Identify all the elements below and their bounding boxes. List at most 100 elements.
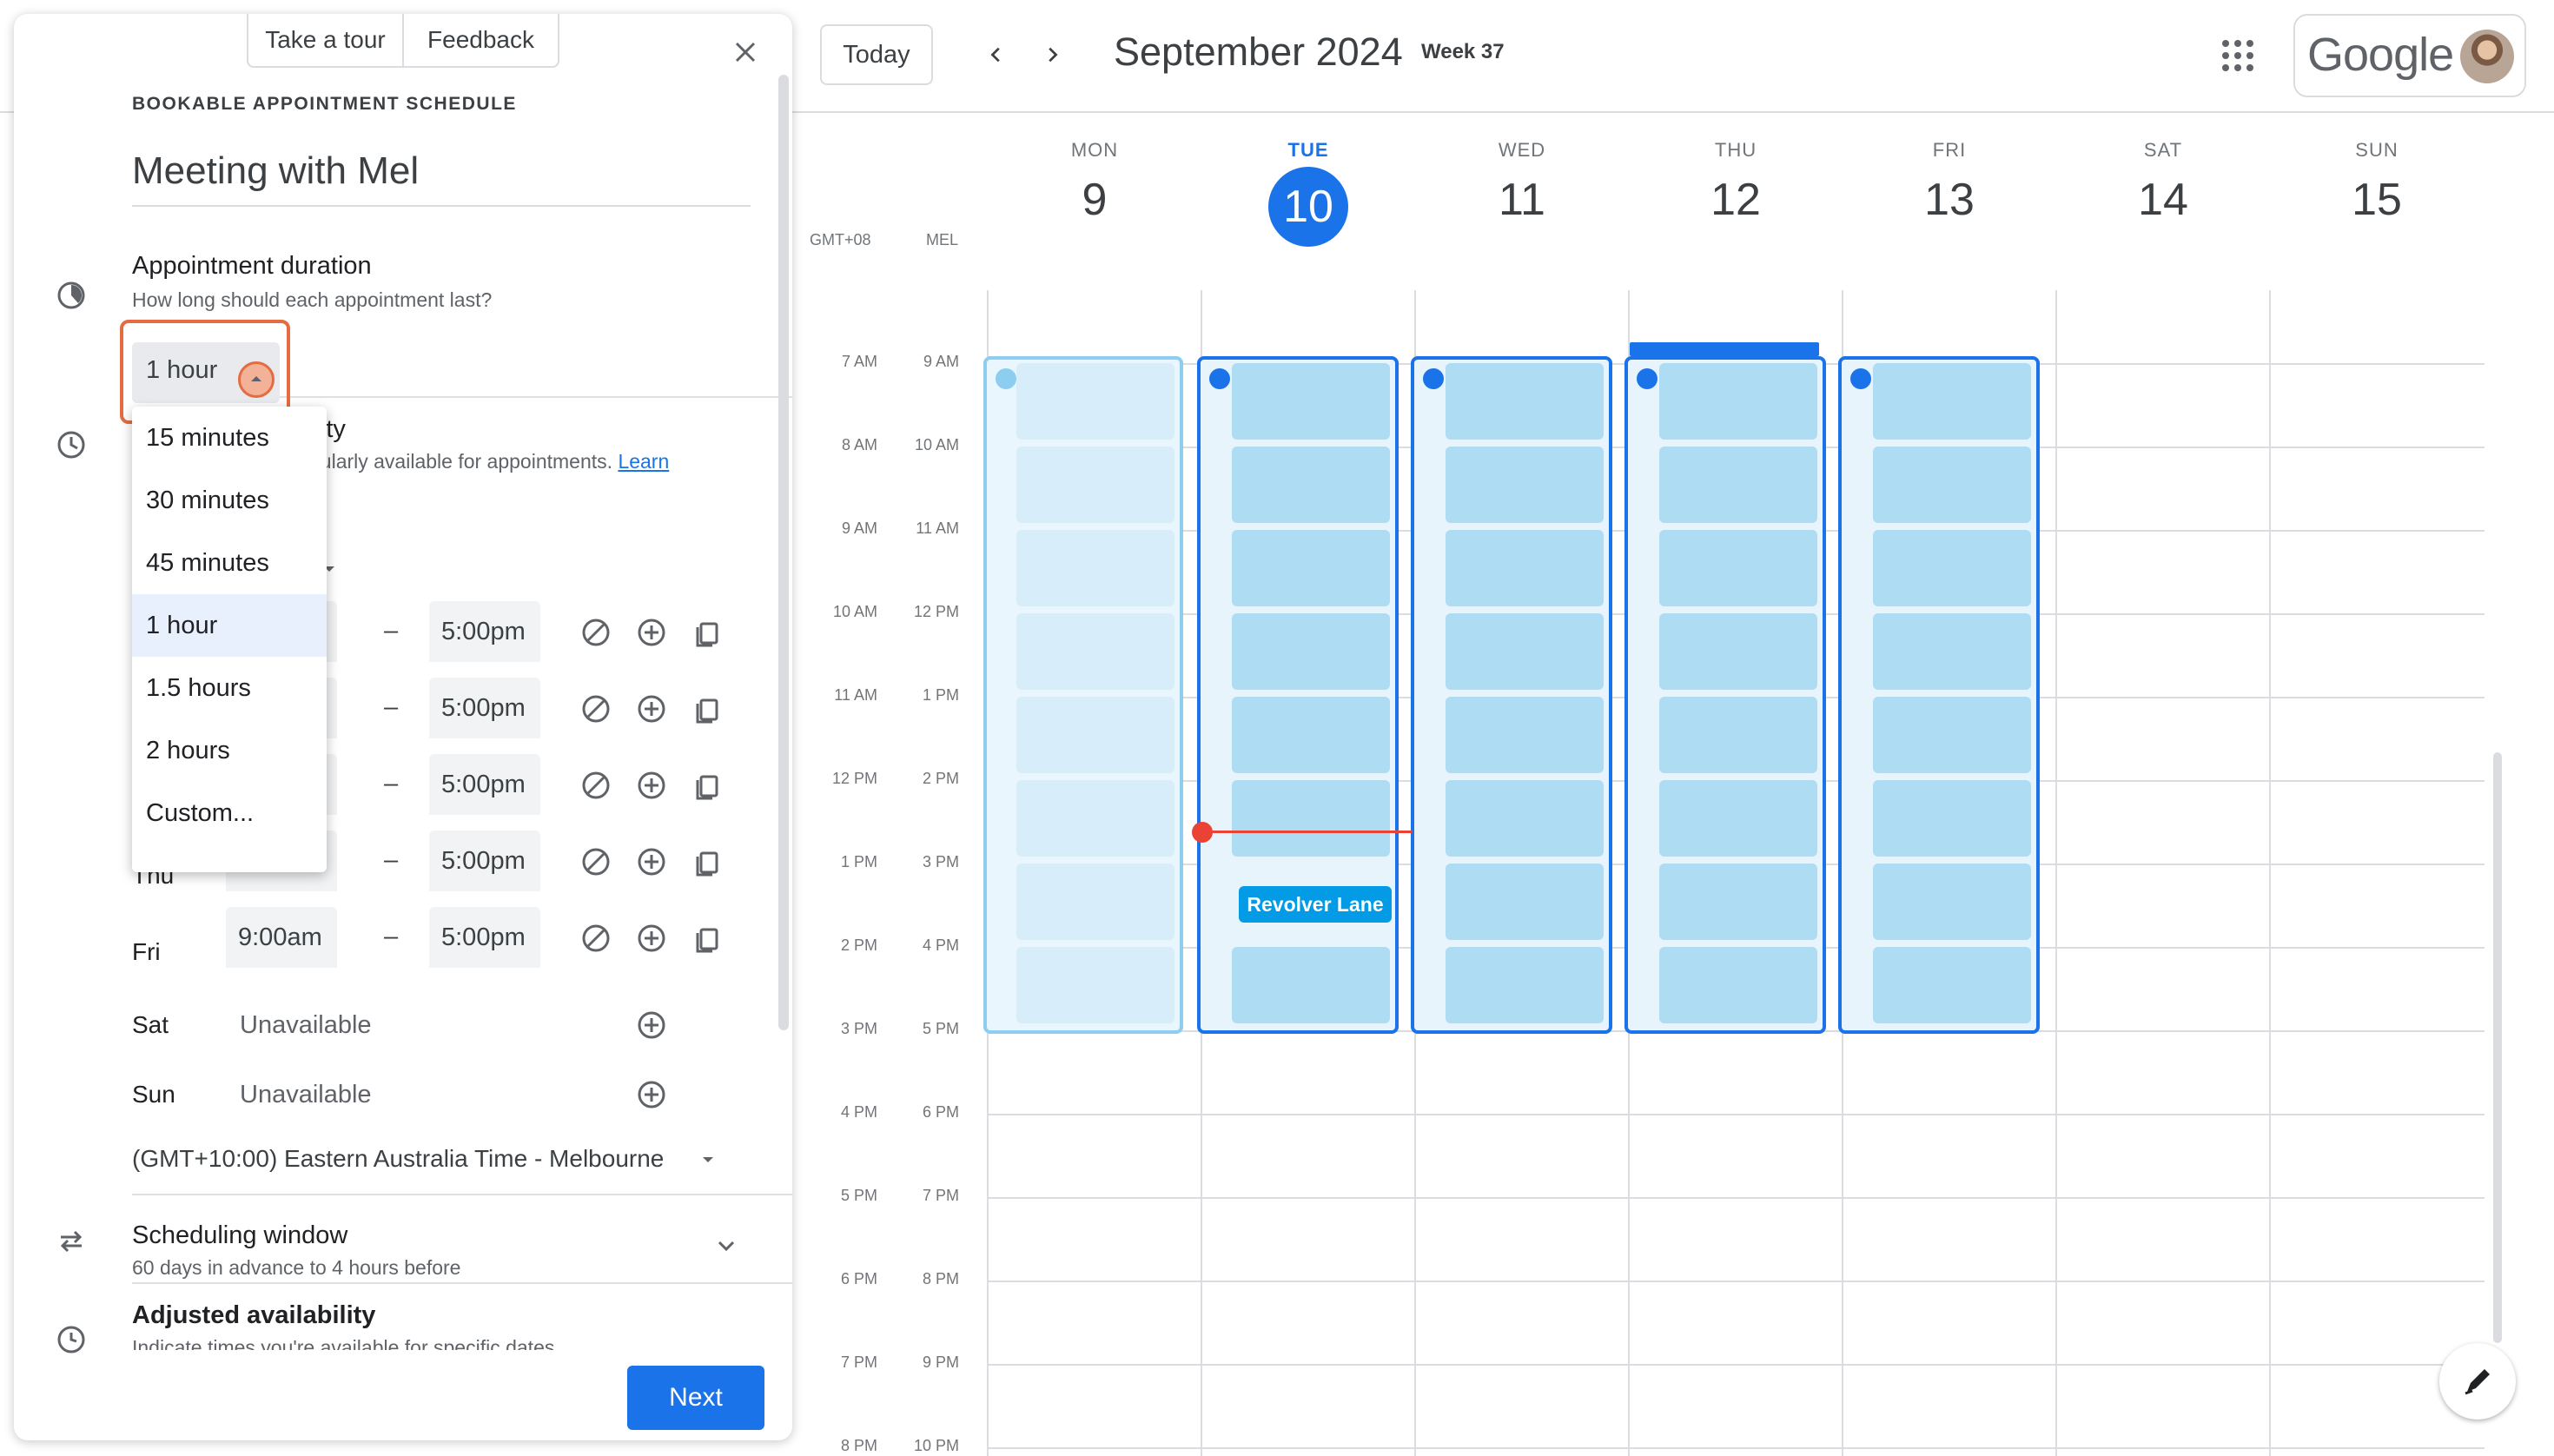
duration-option-custom[interactable]: Custom...	[132, 782, 327, 844]
day-header-sat[interactable]: SAT 14	[2111, 139, 2215, 226]
availability-block-fri[interactable]	[1838, 356, 2040, 1034]
take-a-tour-button[interactable]: Take a tour	[248, 14, 402, 66]
avatar[interactable]	[2460, 30, 2514, 83]
day-header-tue[interactable]: TUE 10	[1256, 139, 1360, 247]
calendar-scrollbar[interactable]	[2493, 752, 2502, 1343]
availability-block-tue[interactable]	[1197, 356, 1399, 1034]
day-number[interactable]: 9	[1042, 174, 1147, 226]
available-slot[interactable]	[1232, 613, 1390, 690]
available-slot[interactable]	[1446, 530, 1604, 606]
caret-up-icon[interactable]	[238, 361, 275, 398]
duration-option[interactable]: 2 hours	[132, 719, 327, 782]
add-time-icon[interactable]	[634, 1008, 669, 1042]
end-time-field[interactable]: 5:00pm	[429, 754, 540, 815]
available-slot[interactable]	[1016, 864, 1174, 940]
start-time-field[interactable]: 9:00am	[226, 907, 337, 968]
day-number[interactable]: 15	[2325, 174, 2429, 226]
available-slot[interactable]	[1659, 363, 1817, 440]
expand-scheduling-button[interactable]	[714, 1234, 738, 1258]
day-number[interactable]: 13	[1897, 174, 2002, 226]
duration-option[interactable]: 1.5 hours	[132, 657, 327, 719]
duration-option[interactable]: 45 minutes	[132, 532, 327, 594]
today-button[interactable]: Today	[820, 24, 933, 85]
available-slot[interactable]	[1873, 613, 2031, 690]
available-slot[interactable]	[1659, 780, 1817, 857]
close-button[interactable]	[728, 35, 763, 69]
available-slot[interactable]	[1873, 780, 2031, 857]
available-slot[interactable]	[1232, 447, 1390, 523]
day-number[interactable]: 11	[1470, 174, 1574, 226]
end-time-field[interactable]: 5:00pm	[429, 831, 540, 891]
duration-option-selected[interactable]: 1 hour	[132, 594, 327, 657]
available-slot[interactable]	[1016, 613, 1174, 690]
unavailable-icon[interactable]	[579, 615, 613, 650]
prev-week-button[interactable]	[976, 35, 1016, 75]
available-slot[interactable]	[1016, 780, 1174, 857]
unavailable-icon[interactable]	[579, 692, 613, 726]
copy-icon[interactable]	[690, 692, 725, 726]
available-slot[interactable]	[1232, 697, 1390, 773]
copy-icon[interactable]	[690, 615, 725, 650]
available-slot[interactable]	[1446, 613, 1604, 690]
available-slot[interactable]	[1016, 530, 1174, 606]
availability-block-wed[interactable]	[1411, 356, 1612, 1034]
adjusted-availability-title[interactable]: Adjusted availability	[132, 1301, 375, 1330]
unavailable-icon[interactable]	[579, 844, 613, 879]
end-time-field[interactable]: 5:00pm	[429, 601, 540, 662]
unavailable-icon[interactable]	[579, 921, 613, 956]
add-time-icon[interactable]	[634, 921, 669, 956]
available-slot[interactable]	[1232, 363, 1390, 440]
available-slot[interactable]	[1873, 447, 2031, 523]
available-slot[interactable]	[1446, 697, 1604, 773]
day-header-fri[interactable]: FRI 13	[1897, 139, 2002, 226]
available-slot[interactable]	[1232, 530, 1390, 606]
available-slot[interactable]	[1873, 363, 2031, 440]
learn-more-link[interactable]: Learn	[618, 450, 669, 473]
available-slot[interactable]	[1873, 864, 2031, 940]
availability-block-mon[interactable]	[983, 356, 1183, 1034]
availability-block-thu[interactable]	[1624, 356, 1826, 1034]
available-slot[interactable]	[1659, 613, 1817, 690]
apps-grid-icon[interactable]	[2220, 38, 2255, 73]
day-header-wed[interactable]: WED 11	[1470, 139, 1574, 226]
available-slot[interactable]	[1659, 864, 1817, 940]
event-revolver-lane[interactable]: Revolver Lane	[1239, 886, 1392, 923]
copy-icon[interactable]	[690, 844, 725, 879]
unavailable-icon[interactable]	[579, 768, 613, 803]
available-slot[interactable]	[1446, 780, 1604, 857]
timezone-dropdown-arrow[interactable]	[698, 1150, 718, 1169]
end-time-field[interactable]: 5:00pm	[429, 907, 540, 968]
add-time-icon[interactable]	[634, 1077, 669, 1112]
timezone-select[interactable]: (GMT+10:00) Eastern Australia Time - Mel…	[132, 1145, 664, 1173]
available-slot[interactable]	[1659, 697, 1817, 773]
scheduling-window-title[interactable]: Scheduling window	[132, 1221, 347, 1250]
add-time-icon[interactable]	[634, 844, 669, 879]
available-slot[interactable]	[1873, 697, 2031, 773]
schedule-title-input[interactable]: Meeting with Mel	[132, 149, 751, 207]
create-fab[interactable]	[2439, 1343, 2516, 1420]
copy-icon[interactable]	[690, 921, 725, 956]
account-switcher[interactable]: Google	[2293, 14, 2526, 97]
next-week-button[interactable]	[1032, 35, 1072, 75]
available-slot[interactable]	[1659, 530, 1817, 606]
available-slot[interactable]	[1446, 864, 1604, 940]
available-slot[interactable]	[1873, 530, 2031, 606]
available-slot[interactable]	[1016, 697, 1174, 773]
day-header-thu[interactable]: THU 12	[1684, 139, 1788, 226]
day-header-sun[interactable]: SUN 15	[2325, 139, 2429, 226]
available-slot[interactable]	[1659, 947, 1817, 1023]
add-time-icon[interactable]	[634, 615, 669, 650]
add-time-icon[interactable]	[634, 692, 669, 726]
available-slot[interactable]	[1446, 947, 1604, 1023]
end-time-field[interactable]: 5:00pm	[429, 678, 540, 738]
add-time-icon[interactable]	[634, 768, 669, 803]
available-slot[interactable]	[1659, 447, 1817, 523]
available-slot[interactable]	[1446, 447, 1604, 523]
day-header-mon[interactable]: MON 9	[1042, 139, 1147, 226]
day-number[interactable]: 14	[2111, 174, 2215, 226]
duration-option[interactable]: 15 minutes	[132, 407, 327, 469]
available-slot[interactable]	[1016, 447, 1174, 523]
panel-scrollbar[interactable]	[778, 75, 789, 1030]
available-slot[interactable]	[1446, 363, 1604, 440]
feedback-button[interactable]: Feedback	[402, 14, 558, 66]
